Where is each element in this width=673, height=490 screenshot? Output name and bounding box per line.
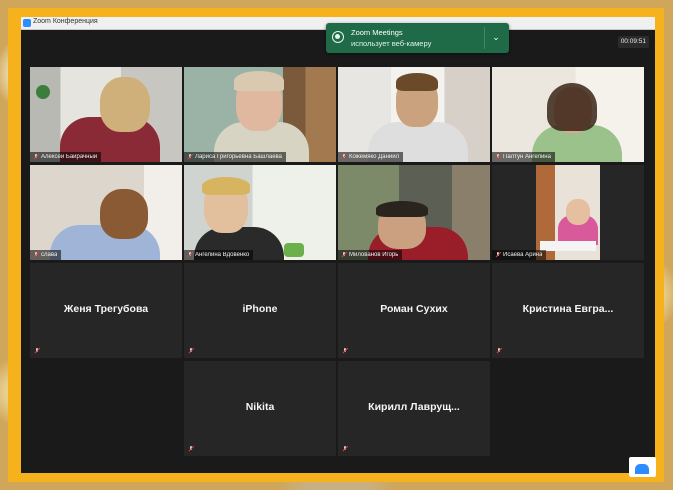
mic-muted-icon: [187, 154, 193, 160]
mic-muted-icon: [342, 348, 348, 354]
participant-tile-no-video[interactable]: Женя Трегубова: [30, 263, 182, 358]
participant-name-bar: Алексей Байрачный: [30, 152, 102, 162]
camera-notification[interactable]: Zoom Meetings использует веб-камеру ⌄: [326, 23, 509, 53]
participant-name: Исаева Арина: [503, 252, 543, 258]
participant-name: Палтун Ангелина: [503, 154, 551, 160]
mic-muted-icon: [341, 252, 347, 258]
participant-name-bar: Кожемяко Даниил: [338, 152, 404, 162]
help-badge-icon[interactable]: [629, 457, 656, 477]
mic-muted-icon: [33, 252, 39, 258]
participant-name: Лариса Григорьевна Башлаева: [195, 154, 282, 160]
video-tile[interactable]: Милованов Игорь: [338, 165, 490, 260]
video-feed: [184, 67, 336, 162]
mic-muted-icon: [187, 252, 193, 258]
video-tile[interactable]: Алексей Байрачный: [30, 67, 182, 162]
video-feed: [338, 67, 490, 162]
notification-title: Zoom Meetings: [351, 28, 403, 37]
video-feed: [30, 67, 182, 162]
webcam-icon: [332, 31, 344, 43]
participant-tile-no-video[interactable]: Кристина Евгра...: [492, 263, 644, 358]
video-feed: [338, 165, 490, 260]
participant-name-bar: Лариса Григорьевна Башлаева: [184, 152, 286, 162]
video-feed: [184, 165, 336, 260]
participant-name-bar: Исаева Арина: [492, 250, 547, 260]
participant-name-bar: Милованов Игорь: [338, 250, 403, 260]
mic-muted-icon: [342, 446, 348, 452]
video-tile-active-speaker[interactable]: Лариса Григорьевна Башлаева: [184, 67, 336, 162]
video-tile[interactable]: Ангелина Вдовенко: [184, 165, 336, 260]
participant-name-bar: Ангелина Вдовенко: [184, 250, 254, 260]
mic-muted-icon: [495, 154, 501, 160]
participant-name: Роман Сухих: [380, 303, 448, 315]
zoom-window: Zoom Конференция Zoom Meetings используе…: [21, 17, 655, 473]
video-tile[interactable]: Исаева Арина: [492, 165, 644, 260]
mic-muted-icon: [34, 348, 40, 354]
meeting-timer: 00:09:51: [617, 36, 649, 48]
participant-name: Ангелина Вдовенко: [195, 252, 250, 258]
video-feed: [492, 67, 644, 162]
participant-tile-no-video[interactable]: Nikita: [184, 361, 336, 456]
participant-tile-no-video[interactable]: iPhone: [184, 263, 336, 358]
notification-body: использует веб-камеру: [351, 39, 432, 48]
mic-muted-icon: [188, 348, 194, 354]
chevron-down-icon[interactable]: ⌄: [489, 30, 503, 44]
zoom-app-icon: [23, 19, 31, 27]
participant-name-bar: Палтун Ангелина: [492, 152, 555, 162]
participant-tile-no-video[interactable]: Роман Сухих: [338, 263, 490, 358]
mic-muted-icon: [341, 154, 347, 160]
participant-name: слава: [41, 252, 58, 258]
participant-tile-no-video[interactable]: Кирилл Лаврущ...: [338, 361, 490, 456]
participant-name: Кристина Евгра...: [522, 303, 614, 315]
video-feed: [30, 165, 182, 260]
participant-name: iPhone: [242, 303, 278, 315]
participant-name: Кожемяко Даниил: [349, 154, 400, 160]
video-tile[interactable]: Палтун Ангелина: [492, 67, 644, 162]
participant-name: Женя Трегубова: [63, 303, 149, 315]
mic-muted-icon: [33, 154, 39, 160]
participant-name: Алексей Байрачный: [41, 154, 98, 160]
participant-name-bar: слава: [30, 250, 62, 260]
notification-divider: [484, 27, 485, 49]
video-feed: [492, 165, 644, 260]
video-tile[interactable]: Кожемяко Даниил: [338, 67, 490, 162]
participant-name: Nikita: [245, 401, 275, 413]
video-tile[interactable]: слава: [30, 165, 182, 260]
window-title: Zoom Конференция: [33, 18, 98, 25]
mic-muted-icon: [496, 348, 502, 354]
mic-muted-icon: [495, 252, 501, 258]
mic-muted-icon: [188, 446, 194, 452]
participant-name: Милованов Игорь: [349, 252, 399, 258]
participant-name: Кирилл Лаврущ...: [368, 401, 460, 413]
